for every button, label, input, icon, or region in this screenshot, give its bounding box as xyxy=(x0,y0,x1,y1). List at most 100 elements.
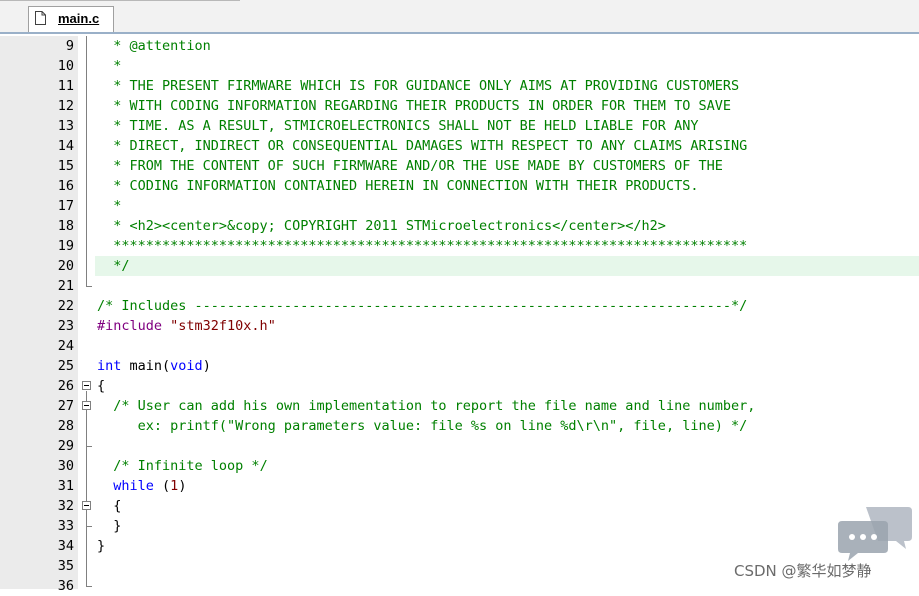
code-line[interactable]: } xyxy=(97,536,105,556)
code-line[interactable]: * THE PRESENT FIRMWARE WHICH IS FOR GUID… xyxy=(97,76,739,96)
code-token: * WITH CODING INFORMATION REGARDING THEI… xyxy=(97,98,731,114)
tab-main-c[interactable]: main.c xyxy=(28,6,114,32)
code-line[interactable]: while (1) xyxy=(97,476,186,496)
line-number: 15 xyxy=(57,158,74,174)
code-token: ) xyxy=(178,478,187,494)
code-line[interactable]: /* Infinite loop */ xyxy=(97,456,268,476)
code-token: void xyxy=(170,358,203,374)
line-number: 14 xyxy=(57,138,74,154)
tab-bar-top-border xyxy=(0,0,240,1)
watermark-text: CSDN @繁华如梦静 xyxy=(734,562,872,580)
code-token: * xyxy=(97,58,122,74)
code-token: { xyxy=(97,498,122,514)
code-line[interactable]: * <h2><center>&copy; COPYRIGHT 2011 STMi… xyxy=(97,216,666,236)
code-token: * CODING INFORMATION CONTAINED HEREIN IN… xyxy=(97,178,699,194)
code-line[interactable]: int main(void) xyxy=(97,356,211,376)
line-number: 33 xyxy=(57,518,74,534)
line-number: 28 xyxy=(57,418,74,434)
fold-end xyxy=(86,446,92,447)
code-line[interactable]: * WITH CODING INFORMATION REGARDING THEI… xyxy=(97,96,731,116)
code-token: main( xyxy=(121,358,171,374)
code-line[interactable]: { xyxy=(97,376,105,396)
code-line[interactable]: */ xyxy=(97,256,130,276)
fold-end xyxy=(86,286,92,287)
code-token: ex: printf("Wrong parameters value: file… xyxy=(97,418,748,434)
code-token: * xyxy=(97,198,122,214)
line-number: 34 xyxy=(57,538,74,554)
code-token: #include xyxy=(97,318,171,334)
line-number: 23 xyxy=(57,318,74,334)
code-line[interactable]: ****************************************… xyxy=(97,236,747,256)
code-line[interactable]: * xyxy=(97,196,121,216)
code-token: * TIME. AS A RESULT, STMICROELECTRONICS … xyxy=(97,118,699,134)
line-number: 24 xyxy=(57,338,74,354)
code-line[interactable]: * CODING INFORMATION CONTAINED HEREIN IN… xyxy=(97,176,698,196)
fold-toggle-main[interactable] xyxy=(82,381,91,390)
code-line[interactable]: * xyxy=(97,56,121,76)
tab-bar: main.c xyxy=(0,0,919,34)
code-line[interactable]: { xyxy=(97,496,121,516)
line-number: 12 xyxy=(57,98,74,114)
line-number: 25 xyxy=(57,358,74,374)
code-line[interactable]: * FROM THE CONTENT OF SUCH FIRMWARE AND/… xyxy=(97,156,723,176)
code-token: while xyxy=(113,478,154,494)
code-token: /* Infinite loop */ xyxy=(113,458,268,474)
code-line[interactable]: /* User can add his own implementation t… xyxy=(97,396,755,416)
code-token: /* Includes ----------------------------… xyxy=(97,298,748,314)
code-token: * DIRECT, INDIRECT OR CONSEQUENTIAL DAMA… xyxy=(97,138,748,154)
fold-guide xyxy=(86,36,87,286)
code-token: ) xyxy=(202,358,211,374)
code-line[interactable]: * TIME. AS A RESULT, STMICROELECTRONICS … xyxy=(97,116,698,136)
line-number: 19 xyxy=(57,238,74,254)
line-number: 35 xyxy=(57,558,74,574)
current-line-highlight xyxy=(95,256,919,276)
code-token: */ xyxy=(97,258,130,274)
code-token: * @attention xyxy=(97,38,211,54)
fold-end xyxy=(86,526,92,527)
code-token: ( xyxy=(153,478,171,494)
line-number: 16 xyxy=(57,178,74,194)
tab-label: main.c xyxy=(58,11,100,26)
line-number: 29 xyxy=(57,438,74,454)
code-token: /* User can add his own implementation t… xyxy=(113,398,756,414)
line-number: 36 xyxy=(57,578,74,594)
file-icon xyxy=(35,11,46,25)
code-token: "stm32f10x.h" xyxy=(170,318,276,334)
code-token: * FROM THE CONTENT OF SUCH FIRMWARE AND/… xyxy=(97,158,723,174)
line-number: 10 xyxy=(57,58,74,74)
code-line[interactable]: } xyxy=(97,516,121,536)
line-number: 21 xyxy=(57,278,74,294)
code-token: } xyxy=(97,518,122,534)
fold-end xyxy=(86,586,92,587)
line-number: 18 xyxy=(57,218,74,234)
code-line[interactable]: #include "stm32f10x.h" xyxy=(97,316,276,336)
code-line[interactable]: * @attention xyxy=(97,36,211,56)
code-token: { xyxy=(97,378,106,394)
line-number: 11 xyxy=(57,78,74,94)
fold-toggle-comment[interactable] xyxy=(82,401,91,410)
chat-bubbles-icon xyxy=(838,507,912,561)
code-token: } xyxy=(97,538,106,554)
line-number: 30 xyxy=(57,458,74,474)
line-number: 17 xyxy=(57,198,74,214)
fold-guide xyxy=(86,391,87,586)
line-number: 32 xyxy=(57,498,74,514)
line-number: 27 xyxy=(57,398,74,414)
code-line[interactable]: /* Includes ----------------------------… xyxy=(97,296,747,316)
line-number: 13 xyxy=(57,118,74,134)
code-token: * <h2><center>&copy; COPYRIGHT 2011 STMi… xyxy=(97,218,666,234)
line-number: 9 xyxy=(65,38,74,54)
line-number: 31 xyxy=(57,478,74,494)
line-number: 26 xyxy=(57,378,74,394)
code-line[interactable]: ex: printf("Wrong parameters value: file… xyxy=(97,416,748,436)
fold-toggle-loop[interactable] xyxy=(82,501,91,510)
code-token: ****************************************… xyxy=(97,238,748,254)
code-token: * THE PRESENT FIRMWARE WHICH IS FOR GUID… xyxy=(97,78,740,94)
line-number: 22 xyxy=(57,298,74,314)
line-number: 20 xyxy=(57,258,74,274)
code-token: int xyxy=(97,358,122,374)
code-line[interactable]: * DIRECT, INDIRECT OR CONSEQUENTIAL DAMA… xyxy=(97,136,747,156)
